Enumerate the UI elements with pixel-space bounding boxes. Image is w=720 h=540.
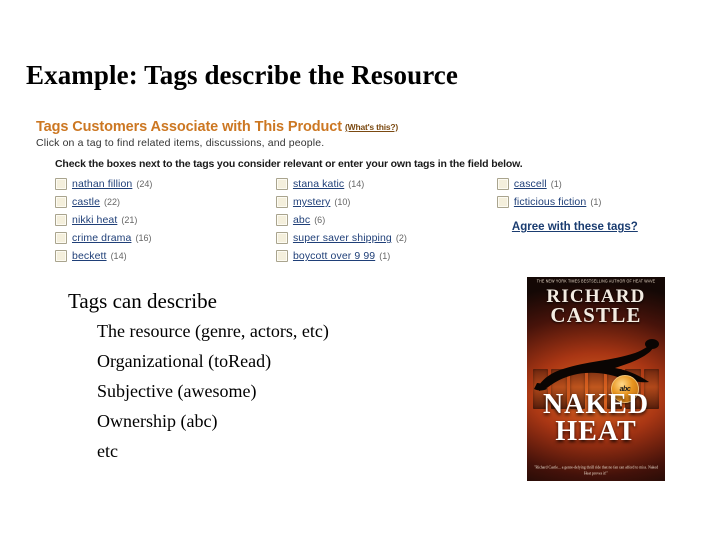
tag-widget-heading: Tags Customers Associate with This Produ… (36, 120, 686, 135)
tag-row[interactable]: ficticious fiction (1) (496, 193, 686, 211)
tag-row[interactable]: crime drama (16) (55, 229, 276, 247)
tag-checkbox[interactable] (275, 178, 288, 190)
whats-this-link[interactable]: (What's this?) (345, 122, 398, 132)
tag-row[interactable]: stana katic (14) (275, 175, 497, 193)
tag-link[interactable]: boycott over 9 99 (293, 250, 375, 262)
tag-row[interactable]: mystery (10) (275, 193, 497, 211)
tag-row[interactable]: castle (22) (55, 193, 276, 211)
book-cover-blurb: "Richard Castle... a genre-defying thril… (533, 465, 659, 476)
tag-checkbox[interactable] (55, 232, 67, 244)
tag-link[interactable]: crime drama (72, 232, 131, 244)
bullet-lead: Tags can describe (68, 289, 217, 313)
tag-count: (1) (379, 251, 391, 261)
tag-count: (14) (110, 251, 127, 261)
tag-row[interactable]: boycott over 9 99 (1) (275, 247, 497, 265)
tag-row[interactable]: super saver shipping (2) (275, 229, 497, 247)
tag-row[interactable]: nikki heat (21) (55, 211, 276, 229)
book-cover-title: NAKED HEAT (527, 389, 665, 447)
tag-row[interactable]: abc (6) (275, 211, 497, 229)
book-cover-author-line-2: CASTLE (550, 303, 642, 327)
tag-checkbox[interactable] (275, 214, 288, 226)
book-cover-image: THE NEW YORK TIMES BESTSELLING AUTHOR OF… (527, 277, 665, 481)
bullet-item: etc (97, 441, 118, 461)
tag-checkbox[interactable] (275, 232, 288, 244)
tag-checkbox[interactable] (275, 196, 288, 208)
tag-link[interactable]: stana katic (293, 178, 344, 190)
tag-link[interactable]: beckett (72, 250, 107, 262)
tag-checkbox[interactable] (55, 178, 67, 190)
tag-count: (22) (104, 197, 121, 207)
tag-checkbox[interactable] (55, 196, 67, 208)
tag-checkbox[interactable] (275, 250, 288, 262)
tag-count: (6) (314, 215, 326, 225)
tag-count: (24) (136, 179, 153, 189)
tag-link[interactable]: super saver shipping (293, 232, 392, 244)
tag-count: (10) (334, 197, 351, 207)
bullet-list: Tags can describe The resource (genre, a… (68, 286, 329, 466)
tag-widget-subtitle: Click on a tag to find related items, di… (36, 137, 325, 149)
tag-count: (1) (550, 179, 562, 189)
tag-column-3: cascell (1) ficticious fiction (1) Agree… (496, 175, 686, 265)
tag-checkbox[interactable] (55, 250, 67, 262)
tag-link[interactable]: nikki heat (72, 214, 117, 226)
tag-column-1: nathan fillion (24) castle (22) nikki he… (55, 175, 276, 265)
tag-link[interactable]: abc (293, 214, 310, 226)
tag-count: (16) (135, 233, 152, 243)
tag-checkbox[interactable] (496, 178, 509, 190)
tag-checkbox[interactable] (496, 196, 509, 208)
tag-link[interactable]: nathan fillion (72, 178, 132, 190)
book-cover-author: RICHARD CASTLE (527, 287, 665, 327)
book-cover-tagline: THE NEW YORK TIMES BESTSELLING AUTHOR OF… (536, 278, 656, 284)
tag-widget: Tags Customers Associate with This Produ… (36, 120, 686, 270)
bullet-item: Subjective (awesome) (97, 381, 257, 401)
tag-instruction: Check the boxes next to the tags you con… (55, 158, 523, 170)
tag-checkbox[interactable] (55, 214, 67, 226)
tag-row[interactable]: beckett (14) (55, 247, 276, 265)
tag-widget-heading-text: Tags Customers Associate with This Produ… (36, 119, 342, 135)
tag-link[interactable]: ficticious fiction (514, 196, 586, 208)
tag-columns: nathan fillion (24) castle (22) nikki he… (55, 175, 686, 265)
agree-with-tags-link[interactable]: Agree with these tags? (512, 221, 638, 233)
tag-count: (21) (121, 215, 138, 225)
tag-row[interactable]: cascell (1) (496, 175, 686, 193)
bullet-item: The resource (genre, actors, etc) (97, 321, 329, 341)
tag-count: (14) (348, 179, 365, 189)
tag-link[interactable]: mystery (293, 196, 330, 208)
book-cover-title-line-1: NAKED (542, 389, 650, 420)
tag-count: (1) (590, 197, 602, 207)
page-title: Example: Tags describe the Resource (26, 60, 458, 90)
tag-link[interactable]: cascell (514, 178, 547, 190)
bullet-item: Organizational (toRead) (97, 351, 272, 371)
tag-link[interactable]: castle (72, 196, 100, 208)
tag-row[interactable]: nathan fillion (24) (55, 175, 276, 193)
bullet-item: Ownership (abc) (97, 411, 218, 431)
tag-column-2: stana katic (14) mystery (10) abc (6) su… (275, 175, 497, 265)
tag-count: (2) (395, 233, 407, 243)
book-cover-title-line-2: HEAT (555, 416, 637, 447)
